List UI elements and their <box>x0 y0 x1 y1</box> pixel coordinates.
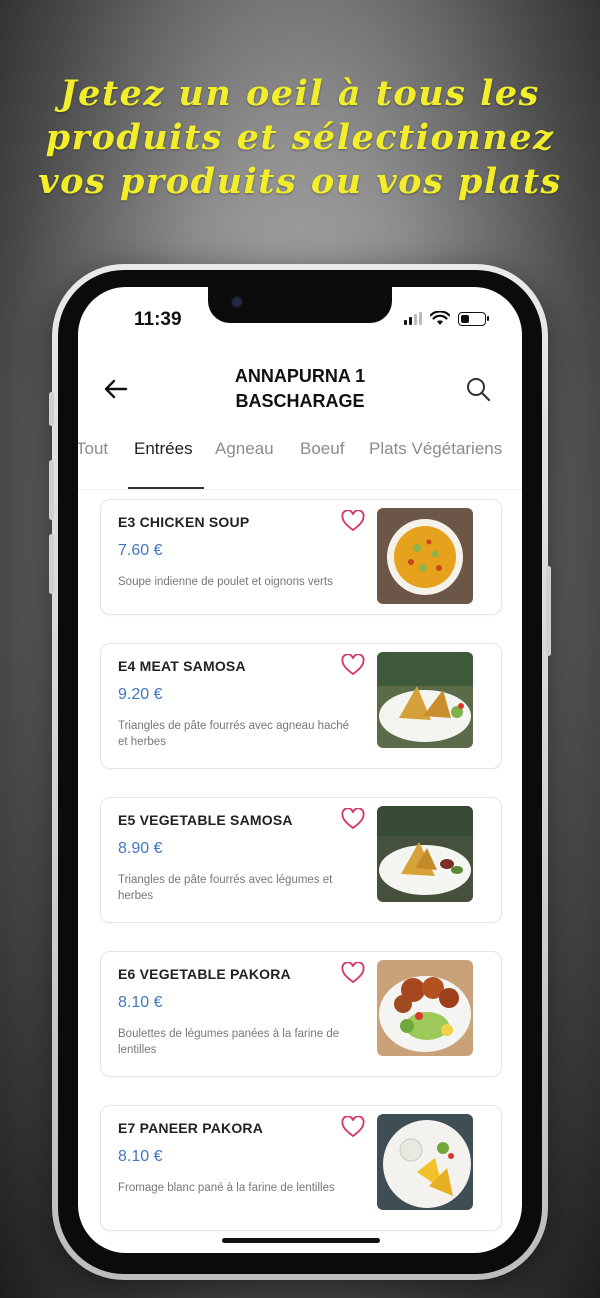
status-icons <box>404 311 489 326</box>
product-name: E6 VEGETABLE PAKORA <box>118 966 291 982</box>
product-name: E7 PANEER PAKORA <box>118 1120 264 1136</box>
product-price: 9.20 € <box>118 686 163 703</box>
active-tab-indicator <box>128 487 204 489</box>
heart-icon[interactable] <box>341 510 365 532</box>
phone-side-button <box>49 534 54 594</box>
battery-icon <box>458 311 489 326</box>
product-description: Fromage blanc pané à la farine de lentil… <box>118 1182 335 1194</box>
back-arrow-icon[interactable] <box>102 375 130 403</box>
product-description: Soupe indienne de poulet et oignons vert… <box>118 576 333 588</box>
heart-icon[interactable] <box>341 808 365 830</box>
meat-samosa-image <box>377 652 473 748</box>
tab-boeuf[interactable]: Boeuf <box>300 439 344 473</box>
status-time: 11:39 <box>134 309 182 330</box>
promo-line-1: Jetez un oeil à tous les <box>60 73 540 114</box>
app-header: ANNAPURNA 1 BASCHARAGE <box>78 361 522 421</box>
search-icon[interactable] <box>464 375 492 403</box>
product-description: Triangles de pâte fourrés avec légumes e… <box>118 874 333 902</box>
phone-side-button <box>49 460 54 520</box>
product-card[interactable]: E4 MEAT SAMOSA 9.20 € Triangles de pâte … <box>100 643 502 769</box>
page-title: ANNAPURNA 1 BASCHARAGE <box>178 364 422 414</box>
promo-headline: Jetez un oeil à tous les produits et sél… <box>0 72 600 204</box>
product-price: 8.90 € <box>118 840 163 857</box>
notch <box>208 287 392 323</box>
product-name: E3 CHICKEN SOUP <box>118 514 250 530</box>
tab-tout[interactable]: Tout <box>78 439 108 473</box>
chicken-soup-image <box>377 508 473 604</box>
product-price: 7.60 € <box>118 542 163 559</box>
heart-icon[interactable] <box>341 962 365 984</box>
product-price: 8.10 € <box>118 994 163 1011</box>
camera-icon <box>230 295 244 309</box>
product-card[interactable]: E6 VEGETABLE PAKORA 8.10 € Boulettes de … <box>100 951 502 1077</box>
phone-side-button <box>546 566 551 656</box>
phone-side-button <box>49 392 54 426</box>
product-price: 8.10 € <box>118 1148 163 1165</box>
product-card[interactable]: E5 VEGETABLE SAMOSA 8.90 € Triangles de … <box>100 797 502 923</box>
title-line-1: ANNAPURNA 1 <box>234 366 366 386</box>
title-line-2: BASCHARAGE <box>235 391 365 411</box>
product-card[interactable]: E3 CHICKEN SOUP 7.60 € Soupe indienne de… <box>100 499 502 615</box>
product-card[interactable]: E7 PANEER PAKORA 8.10 € Fromage blanc pa… <box>100 1105 502 1231</box>
product-name: E4 MEAT SAMOSA <box>118 658 246 674</box>
promo-line-2: produits et sélectionnez <box>45 117 555 158</box>
home-indicator[interactable] <box>222 1238 380 1243</box>
product-description: Boulettes de légumes panées à la farine … <box>118 1028 340 1056</box>
tab-entrees[interactable]: Entrées <box>134 439 193 473</box>
heart-icon[interactable] <box>341 654 365 676</box>
vegetable-pakora-image <box>377 960 473 1056</box>
signal-icon <box>404 312 422 325</box>
heart-icon[interactable] <box>341 1116 365 1138</box>
tab-agneau[interactable]: Agneau <box>215 439 274 473</box>
category-tabs: Tout Entrées Agneau Boeuf Plats Végétari… <box>78 439 522 490</box>
tab-plats-vegetariens[interactable]: Plats Végétariens <box>369 439 502 473</box>
promo-line-3: vos produits ou vos plats <box>38 161 562 202</box>
product-description: Triangles de pâte fourrés avec agneau ha… <box>118 720 350 748</box>
wifi-icon <box>430 311 450 325</box>
paneer-pakora-image <box>377 1114 473 1210</box>
app-screen: 11:39 ANNAPURNA 1 BASCHARAGE Tout Entrée… <box>78 287 522 1253</box>
product-name: E5 VEGETABLE SAMOSA <box>118 812 293 828</box>
vegetable-samosa-image <box>377 806 473 902</box>
